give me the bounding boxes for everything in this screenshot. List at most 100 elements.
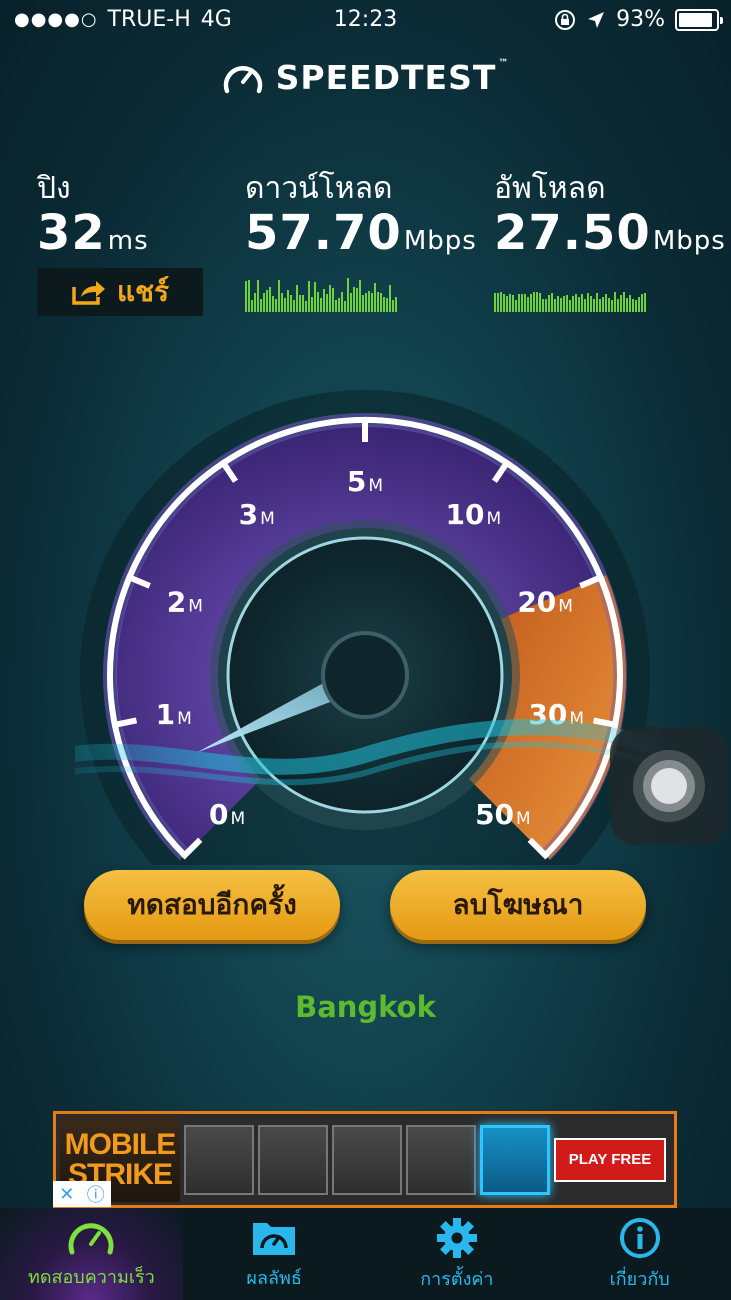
battery-percent: 93%: [616, 7, 665, 32]
share-label: แชร์: [116, 275, 170, 308]
sparkline-bar: [296, 284, 298, 312]
speedometer-icon: [68, 1222, 114, 1254]
sparkline-bar: [389, 285, 391, 312]
sparkline-bar: [263, 293, 265, 312]
sparkline-bar: [629, 294, 631, 312]
tab-speed-test[interactable]: ทดสอบความเร็ว: [0, 1208, 183, 1300]
ad-armor-image: [406, 1124, 476, 1195]
gear-icon: [436, 1217, 477, 1258]
download-value-group: 57.70Mbps: [245, 205, 477, 261]
sparkline-bar: [518, 294, 520, 312]
sparkline-bar: [269, 287, 271, 312]
sparkline-bar: [626, 297, 628, 312]
gauge-hub: [321, 631, 409, 719]
share-button[interactable]: แชร์: [37, 268, 203, 316]
gauge-tick-unit: M: [231, 809, 246, 829]
sparkline-bar: [611, 299, 613, 312]
sparkline-bar: [350, 293, 352, 312]
retest-button[interactable]: ทดสอบอีกครั้ง: [84, 870, 340, 940]
sparkline-bar: [620, 294, 622, 312]
ad-choices[interactable]: ✕ ⓘ: [53, 1181, 111, 1207]
status-right: 93%: [554, 7, 723, 32]
logo-text: SPEEDTEST ™: [276, 58, 510, 97]
sparkline-bar: [380, 292, 382, 312]
gauge-tick-unit: M: [188, 596, 203, 616]
sparkline-bar: [299, 294, 301, 312]
sparkline-bar: [605, 293, 607, 312]
sparkline-bar: [359, 280, 361, 312]
ping-value-group: 32ms: [37, 205, 149, 261]
sparkline-bar: [338, 297, 340, 312]
remove-ads-button[interactable]: ลบโฆษณา: [390, 870, 646, 940]
sparkline-bar: [392, 300, 394, 312]
sparkline-bar: [287, 290, 289, 312]
speed-gauge: 0 M1 M2 M3 M5 M10 M20 M30 M50 M: [75, 390, 655, 865]
sparkline-bar: [614, 292, 616, 312]
ad-banner[interactable]: MOBILE STRIKE PLAY FREE: [53, 1111, 677, 1208]
ad-play-free-button[interactable]: PLAY FREE: [554, 1137, 666, 1182]
tab-about[interactable]: เกี่ยวกับ: [548, 1208, 731, 1300]
sparkline-bar: [563, 296, 565, 312]
download-unit: Mbps: [403, 226, 477, 256]
sparkline-bar: [353, 286, 355, 312]
sparkline-bar: [335, 299, 337, 312]
sparkline-bar: [395, 296, 397, 312]
download-sparkline: [245, 276, 397, 312]
sparkline-bar: [542, 298, 544, 312]
sparkline-bar: [302, 294, 304, 312]
gauge-tick-unit: M: [368, 476, 383, 496]
sparkline-bar: [500, 292, 502, 312]
sparkline-bar: [521, 293, 523, 312]
sparkline-bar: [530, 294, 532, 312]
sparkline-bar: [281, 292, 283, 312]
upload-value: 27.50: [494, 205, 651, 261]
trademark: ™: [498, 58, 510, 69]
gauge-tick-unit: M: [516, 809, 531, 829]
sparkline-bar: [515, 299, 517, 312]
sparkline-bar: [557, 296, 559, 312]
sparkline-bar: [275, 299, 277, 312]
sparkline-bar: [356, 287, 358, 312]
sparkline-bar: [533, 292, 535, 312]
logo-wordmark: SPEEDTEST: [275, 58, 497, 97]
sparkline-bar: [371, 292, 373, 312]
sparkline-bar: [569, 299, 571, 312]
sparkline-bar: [638, 296, 640, 312]
tab-settings[interactable]: การตั้งค่า: [366, 1208, 549, 1300]
sparkline-bar: [575, 293, 577, 312]
sparkline-bar: [347, 278, 349, 312]
upload-unit: Mbps: [652, 226, 726, 256]
ad-weapon-launcher-image: [258, 1124, 328, 1195]
ping-unit: ms: [107, 226, 149, 256]
rotation-lock-icon: [555, 9, 576, 30]
sparkline-bar: [554, 298, 556, 312]
upload-sparkline: [494, 276, 646, 312]
tab-settings-label: การตั้งค่า: [420, 1268, 494, 1290]
sparkline-bar: [293, 299, 295, 312]
sparkline-bar: [635, 299, 637, 312]
sparkline-bar: [332, 287, 334, 312]
tab-results[interactable]: ผลลัพธ์: [183, 1208, 366, 1300]
ad-weapon-sniper-image: [184, 1124, 254, 1195]
sparkline-bar: [539, 292, 541, 312]
location-arrow-icon: [588, 11, 605, 28]
assistive-touch-button[interactable]: [610, 727, 728, 845]
sparkline-bar: [386, 297, 388, 312]
ad-close-icon[interactable]: ✕: [59, 1184, 74, 1205]
sparkline-bar: [578, 296, 580, 312]
sparkline-bar: [362, 295, 364, 312]
sparkline-bar: [548, 294, 550, 312]
sparkline-bar: [284, 297, 286, 312]
gauge-tick-unit: M: [177, 709, 192, 729]
sparkline-bar: [599, 298, 601, 312]
sparkline-bar: [317, 291, 319, 312]
sparkline-bar: [572, 295, 574, 312]
sparkline-bar: [377, 292, 379, 312]
sparkline-bar: [527, 297, 529, 312]
sparkline-bar: [503, 293, 505, 312]
speedtest-logo-icon: [223, 65, 262, 93]
sparkline-bar: [341, 292, 343, 312]
sparkline-bar: [368, 291, 370, 312]
sparkline-bar: [602, 297, 604, 312]
ad-info-icon[interactable]: ⓘ: [87, 1181, 105, 1207]
